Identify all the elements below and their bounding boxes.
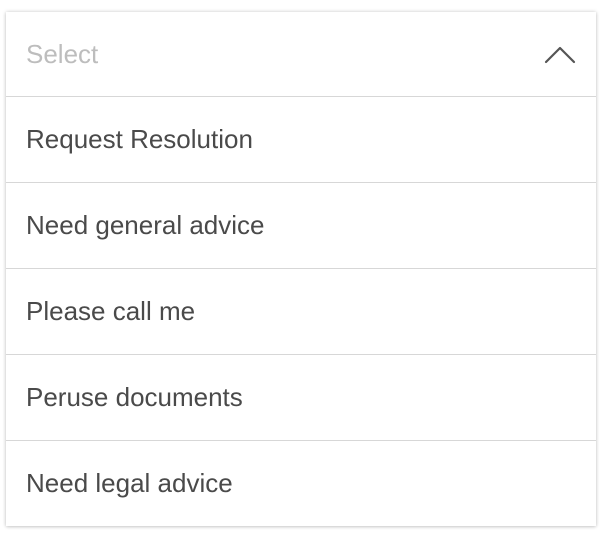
select-options-list: Request Resolution Need general advice P…	[6, 97, 596, 526]
select-dropdown: Select Request Resolution Need general a…	[6, 12, 596, 526]
select-option-need-general-advice[interactable]: Need general advice	[6, 183, 596, 269]
select-option-request-resolution[interactable]: Request Resolution	[6, 97, 596, 183]
select-option-peruse-documents[interactable]: Peruse documents	[6, 355, 596, 441]
option-label: Request Resolution	[26, 124, 253, 154]
option-label: Peruse documents	[26, 382, 243, 412]
select-option-need-legal-advice[interactable]: Need legal advice	[6, 441, 596, 526]
option-label: Need legal advice	[26, 468, 233, 498]
select-placeholder: Select	[26, 38, 99, 69]
option-label: Please call me	[26, 296, 196, 326]
option-label: Need general advice	[26, 210, 265, 240]
select-toggle[interactable]: Select	[6, 12, 596, 97]
select-option-please-call-me[interactable]: Please call me	[6, 269, 596, 355]
chevron-up-icon[interactable]	[544, 44, 576, 64]
